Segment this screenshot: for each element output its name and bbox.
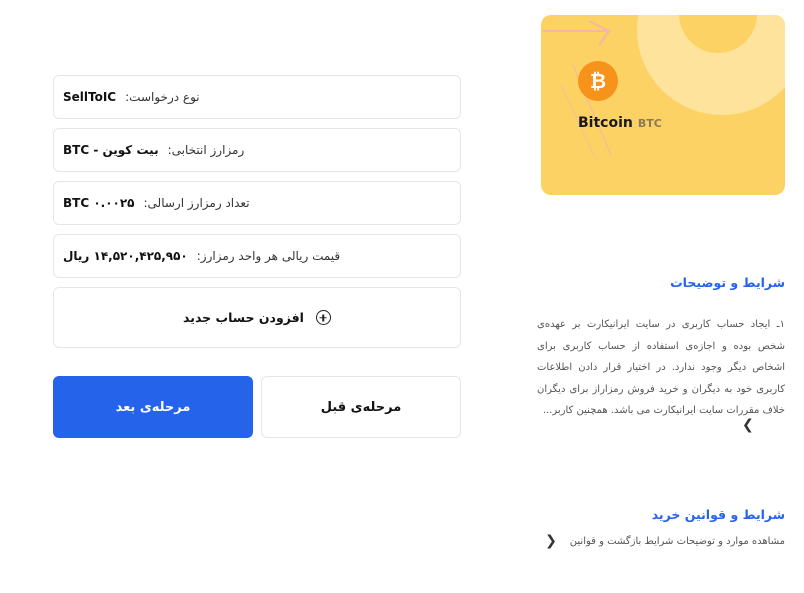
chevron-left-icon[interactable]: ❮ — [742, 417, 754, 433]
unit-price-label: قیمت ریالی هر واحد رمزارز: — [196, 249, 341, 263]
terms-title: شرایط و توضیحات — [670, 275, 785, 290]
add-account-button[interactable]: افزودن حساب جدید — [53, 287, 461, 348]
prev-step-button[interactable]: مرحله‌ی قبل — [261, 376, 461, 438]
amount-value: ۰.۰۰۲۵ BTC — [63, 196, 135, 210]
bitcoin-icon: ₿ — [578, 61, 618, 101]
unit-price-value: ۱۴,۵۲۰,۴۲۵,۹۵۰ ریال — [63, 249, 188, 263]
add-account-label: افزودن حساب جدید — [183, 310, 304, 325]
selected-crypto-row: رمزارز انتخابی: بیت کوین - BTC — [53, 128, 461, 172]
request-type-label: نوع درخواست: — [125, 90, 200, 104]
request-type-value: SellToIC — [63, 90, 117, 104]
coin-name: Bitcoin — [578, 115, 633, 131]
chevron-left-icon[interactable]: ❮ — [545, 533, 557, 549]
request-type-row: نوع درخواست: SellToIC — [53, 75, 461, 119]
rules-link-text[interactable]: مشاهده موارد و توضیحات شرایط بازگشت و قو… — [570, 536, 785, 547]
selected-crypto-label: رمزارز انتخابی: — [167, 143, 245, 157]
coin-title: Bitcoin BTC — [578, 115, 662, 131]
coin-symbol: BTC — [637, 117, 662, 130]
coin-card: ₿ Bitcoin BTC — [541, 15, 785, 195]
next-step-button[interactable]: مرحله‌ی بعد — [53, 376, 253, 438]
unit-price-row: قیمت ریالی هر واحد رمزارز: ۱۴,۵۲۰,۴۲۵,۹۵… — [53, 234, 461, 278]
amount-label: تعداد رمزارز ارسالی: — [143, 196, 250, 210]
selected-crypto-value: بیت کوین - BTC — [63, 143, 159, 157]
amount-row: تعداد رمزارز ارسالی: ۰.۰۰۲۵ BTC — [53, 181, 461, 225]
rules-link[interactable]: مشاهده موارد و توضیحات شرایط بازگشت و قو… — [545, 533, 785, 549]
terms-body: ۱ـ ایجاد حساب کاربری در سایت ایرانیکارت … — [537, 319, 785, 416]
plus-circle-icon — [315, 310, 331, 325]
rules-title: شرایط و قوانین خرید — [651, 507, 785, 522]
